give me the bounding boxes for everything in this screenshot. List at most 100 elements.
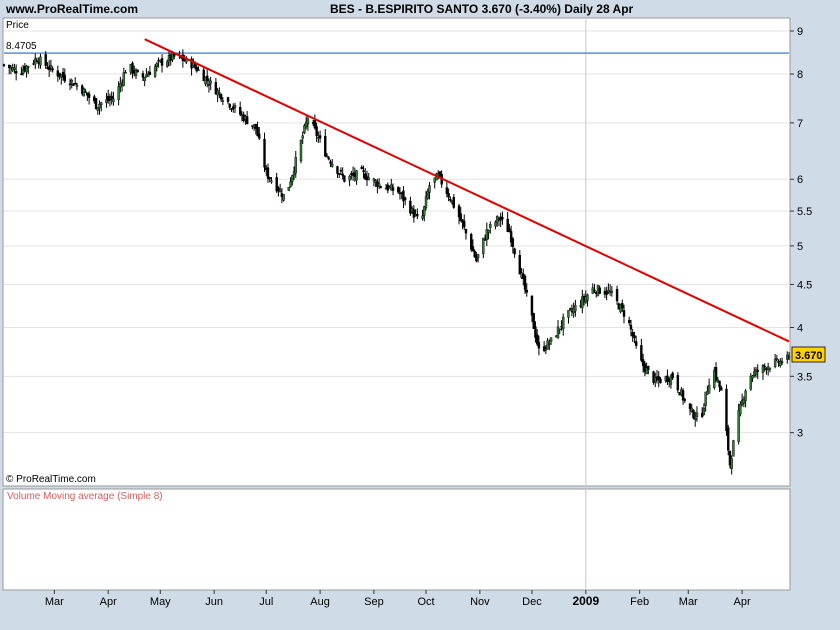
candle-body — [141, 73, 145, 78]
candle-body — [355, 170, 358, 181]
x-tick-label: Mar — [45, 596, 64, 608]
candle-body — [756, 369, 759, 372]
candle-body — [476, 254, 480, 259]
candle-body — [148, 71, 152, 75]
candle-body — [325, 155, 329, 158]
candle-body — [416, 214, 419, 217]
candle-body — [14, 71, 18, 74]
candle-body — [763, 365, 766, 368]
y-tick-label: 6 — [797, 174, 803, 186]
x-tick-label: Jun — [205, 596, 223, 608]
candle-body — [108, 99, 112, 101]
candle-body — [567, 310, 570, 318]
candle-body — [463, 220, 466, 228]
candle-body — [518, 255, 522, 275]
x-tick-label: Oct — [417, 596, 434, 608]
candle-body — [258, 133, 261, 139]
candle-body — [548, 343, 551, 345]
candle-body — [367, 177, 370, 180]
candle-body — [403, 197, 407, 201]
candle-body — [391, 187, 395, 191]
candle-body — [496, 216, 499, 222]
candle-body — [233, 105, 237, 108]
candle-body — [683, 398, 686, 401]
candle-body — [768, 368, 772, 370]
candle-body — [122, 72, 126, 86]
candle-body — [615, 288, 619, 302]
candle-body — [525, 289, 528, 293]
candle-body — [377, 183, 381, 187]
candle-body — [44, 54, 47, 66]
candle-body — [209, 80, 212, 84]
x-tick-label: May — [150, 596, 171, 608]
candle-body — [341, 173, 344, 176]
candle-body — [143, 77, 146, 81]
candle-body — [780, 361, 784, 363]
candle-body — [306, 118, 310, 125]
candle-body — [445, 187, 449, 194]
candle-body — [51, 68, 54, 71]
candle-body — [318, 135, 322, 139]
candle-body — [695, 412, 699, 417]
candle-body — [501, 217, 504, 220]
x-tick-label: 2009 — [572, 594, 599, 608]
candle-body — [197, 69, 200, 72]
candle-body — [471, 246, 475, 252]
candle-body — [324, 136, 327, 157]
candle-body — [681, 390, 685, 401]
y-tick-label: 4.5 — [797, 279, 812, 291]
candle-body — [610, 290, 614, 293]
candle-body — [39, 56, 42, 66]
candle-body — [20, 73, 23, 75]
last-price-badge: 3.670 — [791, 346, 826, 363]
candle-body — [513, 248, 516, 255]
candle-body — [421, 215, 424, 219]
candle-body — [27, 66, 30, 68]
candle-body — [63, 74, 66, 82]
copyright: © ProRealTime.com — [6, 474, 96, 485]
candle-body — [751, 375, 754, 379]
candle-body — [2, 64, 6, 66]
x-tick-label: Nov — [470, 596, 490, 608]
candle-body — [13, 67, 16, 71]
candle-body — [282, 194, 285, 201]
candle-body — [707, 384, 711, 394]
candle-body — [744, 390, 747, 401]
candle-body — [647, 365, 650, 370]
candle-body — [775, 358, 779, 360]
y-tick-label: 5.5 — [797, 206, 812, 218]
reference-line-label: 8.4705 — [6, 41, 37, 52]
candle-body — [160, 58, 164, 66]
candle-body — [489, 223, 492, 229]
x-tick-label: Aug — [310, 596, 330, 608]
y-tick-label: 9 — [797, 26, 803, 38]
candle-body — [732, 440, 735, 457]
candle-body — [193, 64, 197, 68]
candle-body — [124, 72, 127, 74]
candle-body — [640, 345, 643, 361]
volume-panel — [2, 488, 791, 591]
candle-body — [268, 177, 271, 180]
candle-body — [694, 418, 697, 420]
y-tick-label: 8 — [797, 69, 803, 81]
y-tick-label: 5 — [797, 241, 803, 253]
x-tick-label: Feb — [630, 596, 649, 608]
candle-body — [74, 83, 77, 85]
candle-body — [464, 229, 468, 234]
y-tick-label: 7 — [797, 118, 803, 130]
candle-body — [207, 84, 211, 86]
candle-body — [702, 407, 706, 415]
x-tick-label: Sep — [364, 596, 384, 608]
candle-body — [426, 191, 429, 199]
candle-body — [301, 135, 304, 139]
candle-body — [155, 63, 159, 67]
candle-body — [110, 95, 113, 99]
candle-body — [447, 193, 450, 198]
candle-body — [166, 61, 169, 67]
candle-body — [397, 187, 400, 193]
y-tick-label: 3 — [797, 428, 803, 440]
candle-body — [511, 238, 515, 247]
candle-body — [629, 324, 633, 330]
candle-body — [226, 97, 230, 102]
candle-body — [562, 316, 565, 330]
